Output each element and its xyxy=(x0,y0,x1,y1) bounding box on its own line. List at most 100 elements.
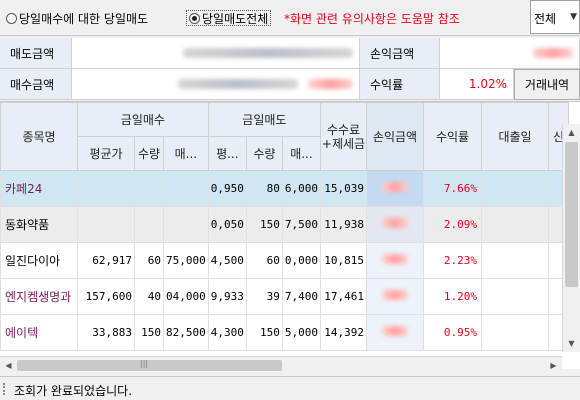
horizontal-scroll-thumb[interactable] xyxy=(17,360,282,371)
return-rate-label: 수익률 xyxy=(360,69,440,100)
buy-amt xyxy=(163,170,209,207)
return-rate: 1.20% xyxy=(423,278,482,315)
sell-qty: 80 xyxy=(245,170,283,207)
col-header-buy-qty[interactable]: 수량 xyxy=(134,136,164,171)
masked-value xyxy=(382,254,408,264)
table-row[interactable]: 카페24 0,950 80 6,000 15,039 7.66% xyxy=(0,170,569,207)
help-notice: *화면 관련 유의사항은 도움말 참조 xyxy=(284,12,460,26)
sell-amt: 5,000 xyxy=(281,314,322,351)
stock-name[interactable]: 동화약품 xyxy=(0,206,78,243)
buy-qty xyxy=(134,206,164,243)
masked-value xyxy=(382,290,408,300)
horizontal-scrollbar[interactable]: ◀ ||| ▶ xyxy=(0,356,562,373)
pnl-amount xyxy=(366,314,424,351)
stock-name[interactable]: 일진다이아 xyxy=(0,242,78,279)
sell-amt: 7,400 xyxy=(281,278,322,315)
scroll-down-icon[interactable]: ▼ xyxy=(563,335,580,352)
buy-avg xyxy=(77,206,135,243)
sell-qty: 39 xyxy=(245,278,283,315)
sell-qty: 60 xyxy=(245,242,283,279)
fee-tax: 10,815 xyxy=(320,242,367,279)
buy-qty: 150 xyxy=(134,314,164,351)
col-header-name[interactable]: 종목명 xyxy=(0,102,78,171)
vertical-scrollbar[interactable]: ▲ ▼ xyxy=(562,124,580,352)
summary-panel: 매도금액 손익금액 매수금액 수익률 1.02% 거래내역 xyxy=(0,38,580,100)
sell-amt: 7,500 xyxy=(281,206,322,243)
buy-avg: 157,600 xyxy=(77,278,135,315)
trade-grid: 종목명 금일매수 금일매도 수수료+제세금 손익금액 수익률 대출일 신 평균가… xyxy=(0,101,580,369)
loan-date xyxy=(481,242,549,279)
masked-value xyxy=(183,48,353,58)
sell-avg: 4,300 xyxy=(207,314,247,351)
col-header-sell-qty[interactable]: 수량 xyxy=(245,136,283,171)
col-header-buy-avg[interactable]: 평균가 xyxy=(77,136,135,171)
col-header-loan-date[interactable]: 대출일 xyxy=(481,102,549,171)
return-rate: 0.95% xyxy=(423,314,482,351)
scroll-right-icon[interactable]: ▶ xyxy=(545,357,562,374)
scroll-up-icon[interactable]: ▲ xyxy=(563,124,580,141)
col-header-pnl[interactable]: 손익금액 xyxy=(366,102,424,171)
loan-date xyxy=(481,314,549,351)
buy-amount-value xyxy=(72,69,360,100)
pnl-amount xyxy=(366,242,424,279)
col-header-fee-tax[interactable]: 수수료+제세금 xyxy=(320,102,367,171)
sell-amount-value xyxy=(72,38,360,69)
sell-avg: 0,050 xyxy=(207,206,247,243)
sell-qty: 150 xyxy=(245,206,283,243)
trade-history-button[interactable]: 거래내역 xyxy=(514,69,580,100)
status-grip-icon xyxy=(3,383,7,395)
status-message: 조회가 완료되었습니다. xyxy=(14,384,133,398)
col-group-sell: 금일매도 xyxy=(207,102,322,137)
col-header-sell-avg[interactable]: 평... xyxy=(207,136,247,171)
filter-bar: 당일매수에 대한 당일매도 당일매도전체 *화면 관련 유의사항은 도움말 참조… xyxy=(0,0,580,36)
loan-date xyxy=(481,206,549,243)
return-rate: 2.23% xyxy=(423,242,482,279)
col-header-return-rate[interactable]: 수익률 xyxy=(423,102,482,171)
buy-amount-label: 매수금액 xyxy=(0,69,72,100)
masked-value xyxy=(533,48,573,58)
scroll-left-icon[interactable]: ◀ xyxy=(0,357,17,374)
table-row[interactable]: 에이텍 33,883 150 82,500 4,300 150 5,000 14… xyxy=(0,314,569,351)
table-row[interactable]: 동화약품 0,050 150 7,500 11,938 2.09% xyxy=(0,206,569,243)
sell-amt: 0,000 xyxy=(281,242,322,279)
masked-value xyxy=(382,182,408,192)
col-header-sell-amt[interactable]: 매... xyxy=(281,136,322,171)
buy-amt: 04,000 xyxy=(163,278,209,315)
fee-tax: 17,461 xyxy=(320,278,367,315)
stock-name[interactable]: 에이텍 xyxy=(0,314,78,351)
masked-value xyxy=(178,79,298,89)
pnl-amount-label: 손익금액 xyxy=(360,38,440,69)
scroll-grip-icon: ||| xyxy=(140,359,149,368)
buy-amt: 75,000 xyxy=(163,242,209,279)
return-rate: 2.09% xyxy=(423,206,482,243)
trade-table: 종목명 금일매수 금일매도 수수료+제세금 손익금액 수익률 대출일 신 평균가… xyxy=(0,102,569,351)
radio-all-same-day-sell-label: 당일매도전체 xyxy=(202,11,269,26)
sell-qty: 150 xyxy=(245,314,283,351)
table-row[interactable]: 일진다이아 62,917 60 75,000 4,500 60 0,000 10… xyxy=(0,242,569,279)
col-group-buy: 금일매수 xyxy=(77,102,209,137)
masked-value xyxy=(382,218,408,228)
stock-name[interactable]: 엔지켐생명과 xyxy=(0,278,78,315)
col-header-buy-amt[interactable]: 매... xyxy=(163,136,209,171)
radio-off-icon xyxy=(6,12,17,24)
table-row[interactable]: 엔지켐생명과 157,600 40 04,000 9,933 39 7,400 … xyxy=(0,278,569,315)
fee-tax: 14,392 xyxy=(320,314,367,351)
scope-select[interactable]: 전체 ▼ xyxy=(530,0,580,34)
sell-avg: 0,950 xyxy=(207,170,247,207)
buy-qty: 60 xyxy=(134,242,164,279)
radio-same-day-buy-sell[interactable]: 당일매수에 대한 당일매도 xyxy=(6,10,148,26)
buy-amt: 82,500 xyxy=(163,314,209,351)
buy-amt xyxy=(163,206,209,243)
stock-name[interactable]: 카페24 xyxy=(0,170,78,207)
buy-avg xyxy=(77,170,135,207)
sell-amt: 6,000 xyxy=(281,170,322,207)
masked-value xyxy=(382,326,408,336)
vertical-scroll-thumb[interactable] xyxy=(565,142,578,287)
masked-value xyxy=(308,79,353,89)
sell-avg: 4,500 xyxy=(207,242,247,279)
pnl-amount xyxy=(366,206,424,243)
radio-all-same-day-sell[interactable]: 당일매도전체 xyxy=(186,10,272,26)
pnl-amount xyxy=(366,170,424,207)
return-rate: 7.66% xyxy=(423,170,482,207)
chevron-down-icon: ▼ xyxy=(570,12,577,22)
